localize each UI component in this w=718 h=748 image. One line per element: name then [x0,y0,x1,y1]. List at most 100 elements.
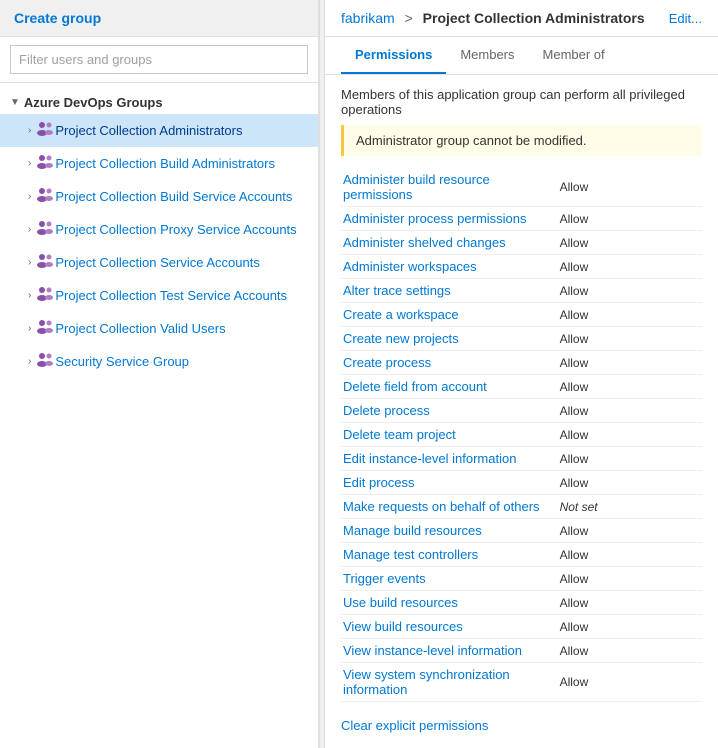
permission-value[interactable]: Allow [558,567,702,591]
edit-link[interactable]: Edit... [669,11,702,26]
permission-value[interactable]: Allow [558,615,702,639]
permission-value[interactable]: Allow [558,639,702,663]
permission-value[interactable]: Allow [558,447,702,471]
filter-input[interactable] [10,45,308,74]
permission-label[interactable]: Create process [341,351,558,375]
tree-item-ssg[interactable]: › Security Service Group [0,345,318,378]
breadcrumb: fabrikam > Project Collection Administra… [341,10,645,26]
permission-row: Use build resourcesAllow [341,591,702,615]
permission-row: View build resourcesAllow [341,615,702,639]
permission-row: Create a workspaceAllow [341,303,702,327]
warning-banner: Administrator group cannot be modified. [341,125,702,156]
permission-value[interactable]: Allow [558,399,702,423]
permission-row: Alter trace settingsAllow [341,279,702,303]
permission-label[interactable]: Administer build resource permissions [341,168,558,207]
permission-value[interactable]: Allow [558,591,702,615]
breadcrumb-org[interactable]: fabrikam [341,10,395,26]
tree-item-label: Project Collection Administrators [55,123,308,138]
permission-value[interactable]: Allow [558,519,702,543]
permission-label[interactable]: Administer workspaces [341,255,558,279]
tree-item-pcvu[interactable]: › Project Collection Valid Users [0,312,318,345]
chevron-down-icon: ▼ [10,97,20,108]
tree-item-pca[interactable]: › Project Collection Administrators [0,114,318,147]
permission-value[interactable]: Not set [558,495,702,519]
group-icon [35,152,55,175]
tab-members[interactable]: Members [446,37,528,74]
expand-arrow-icon: › [28,356,31,367]
filter-input-wrap [0,37,318,83]
tree-section: ▼ Azure DevOps Groups › Project Collecti… [0,83,318,748]
permission-value[interactable]: Allow [558,351,702,375]
tree-item-label: Project Collection Proxy Service Account… [55,222,308,237]
tab-permissions[interactable]: Permissions [341,37,446,74]
expand-arrow-icon: › [28,191,31,202]
permission-label[interactable]: Administer process permissions [341,207,558,231]
permission-label[interactable]: View build resources [341,615,558,639]
permission-label[interactable]: Administer shelved changes [341,231,558,255]
group-icon [35,350,55,373]
expand-arrow-icon: › [28,158,31,169]
tree-item-label: Project Collection Test Service Accounts [55,288,308,303]
permission-row: Create processAllow [341,351,702,375]
permission-row: Delete processAllow [341,399,702,423]
permission-row: View system synchronization informationA… [341,663,702,702]
tree-item-pcpsa[interactable]: › Project Collection Proxy Service Accou… [0,213,318,246]
permission-value[interactable]: Allow [558,327,702,351]
permission-value[interactable]: Allow [558,255,702,279]
permission-label[interactable]: Delete field from account [341,375,558,399]
tree-item-pcba[interactable]: › Project Collection Build Administrator… [0,147,318,180]
permission-label[interactable]: Edit instance-level information [341,447,558,471]
group-icon [35,251,55,274]
permission-row: Edit instance-level informationAllow [341,447,702,471]
permission-row: Administer shelved changesAllow [341,231,702,255]
permission-value[interactable]: Allow [558,231,702,255]
tree-item-pcsa[interactable]: › Project Collection Service Accounts [0,246,318,279]
expand-arrow-icon: › [28,257,31,268]
expand-arrow-icon: › [28,323,31,334]
permission-value[interactable]: Allow [558,663,702,702]
group-header-label: Azure DevOps Groups [24,95,163,110]
create-group-button[interactable]: Create group [0,0,318,37]
permission-label[interactable]: Delete team project [341,423,558,447]
permission-label[interactable]: Create new projects [341,327,558,351]
permission-value[interactable]: Allow [558,303,702,327]
tree-item-pcbsa[interactable]: › Project Collection Build Service Accou… [0,180,318,213]
permission-label[interactable]: Manage build resources [341,519,558,543]
azure-devops-groups-header[interactable]: ▼ Azure DevOps Groups [0,91,318,114]
tab-memberof[interactable]: Member of [529,37,619,74]
expand-arrow-icon: › [28,224,31,235]
permission-label[interactable]: Use build resources [341,591,558,615]
permission-value[interactable]: Allow [558,168,702,207]
info-text: Members of this application group can pe… [341,87,702,117]
tree-item-pctsa[interactable]: › Project Collection Test Service Accoun… [0,279,318,312]
permission-label[interactable]: View system synchronization information [341,663,558,702]
permission-label[interactable]: Delete process [341,399,558,423]
group-icon [35,317,55,340]
permission-row: Make requests on behalf of othersNot set [341,495,702,519]
breadcrumb-page: Project Collection Administrators [423,10,645,26]
permission-label[interactable]: View instance-level information [341,639,558,663]
permission-value[interactable]: Allow [558,279,702,303]
right-panel: fabrikam > Project Collection Administra… [325,0,718,748]
permission-row: Administer workspacesAllow [341,255,702,279]
permission-label[interactable]: Create a workspace [341,303,558,327]
permission-label[interactable]: Edit process [341,471,558,495]
permission-label[interactable]: Trigger events [341,567,558,591]
left-panel: Create group ▼ Azure DevOps Groups › Pro… [0,0,319,748]
tree-item-label: Project Collection Build Service Account… [55,189,308,204]
tabs-bar: PermissionsMembersMember of [325,37,718,75]
permission-value[interactable]: Allow [558,375,702,399]
permission-value[interactable]: Allow [558,471,702,495]
permission-row: View instance-level informationAllow [341,639,702,663]
tree-item-label: Project Collection Valid Users [55,321,308,336]
permission-label[interactable]: Alter trace settings [341,279,558,303]
permission-row: Delete field from accountAllow [341,375,702,399]
permission-label[interactable]: Make requests on behalf of others [341,495,558,519]
permission-value[interactable]: Allow [558,423,702,447]
permission-value[interactable]: Allow [558,543,702,567]
permission-label[interactable]: Manage test controllers [341,543,558,567]
tree-item-label: Security Service Group [55,354,308,369]
permission-row: Create new projectsAllow [341,327,702,351]
clear-permissions-link[interactable]: Clear explicit permissions [341,718,488,733]
permission-value[interactable]: Allow [558,207,702,231]
